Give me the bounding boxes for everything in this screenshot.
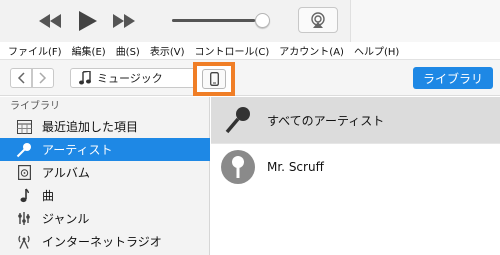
list-item-artist[interactable]: Mr. Scruff bbox=[211, 144, 500, 190]
fast-forward-icon bbox=[113, 14, 135, 28]
menu-file[interactable]: ファイル(F) bbox=[8, 43, 62, 58]
microphone-icon bbox=[221, 103, 255, 137]
list-item-all-artists[interactable]: すべてのアーティスト bbox=[211, 97, 500, 143]
sidebar-item-genres[interactable]: ジャンル bbox=[0, 207, 210, 230]
sidebar-item-recently-added[interactable]: 最近追加した項目 bbox=[0, 115, 210, 138]
menu-controls[interactable]: コントロール(C) bbox=[195, 43, 270, 58]
media-type-label: ミュージック bbox=[97, 72, 163, 85]
play-button[interactable] bbox=[74, 0, 102, 42]
list-item-label: Mr. Scruff bbox=[267, 160, 324, 174]
sidebar-item-artists[interactable]: アーティスト bbox=[0, 138, 210, 161]
album-icon bbox=[16, 165, 32, 181]
radio-antenna-icon bbox=[16, 234, 32, 250]
device-button[interactable] bbox=[202, 69, 226, 89]
chevron-left-icon bbox=[17, 72, 25, 84]
sidebar-item-label: ジャンル bbox=[42, 212, 90, 226]
menu-help[interactable]: ヘルプ(H) bbox=[354, 43, 399, 58]
menu-view[interactable]: 表示(V) bbox=[150, 43, 185, 58]
previous-track-button[interactable] bbox=[36, 0, 64, 42]
airplay-icon bbox=[311, 12, 325, 28]
rewind-icon bbox=[39, 14, 61, 28]
volume-slider-fill bbox=[172, 19, 255, 22]
sidebar-item-albums[interactable]: アルバム bbox=[0, 161, 210, 184]
menu-song[interactable]: 曲(S) bbox=[116, 43, 140, 58]
menu-bar: ファイル(F) 編集(E) 曲(S) 表示(V) コントロール(C) アカウント… bbox=[0, 42, 500, 60]
sidebar-item-internet-radio[interactable]: インターネットラジオ bbox=[0, 230, 210, 253]
calendar-grid-icon bbox=[16, 119, 32, 135]
menu-account[interactable]: アカウント(A) bbox=[279, 43, 344, 58]
microphone-icon bbox=[16, 142, 32, 158]
device-button-highlight bbox=[193, 62, 235, 96]
music-note-icon bbox=[16, 188, 32, 204]
navigation-toolbar: ミュージック ライブラリ bbox=[0, 60, 500, 96]
sidebar-item-label: 曲 bbox=[42, 189, 55, 203]
volume-slider-track[interactable] bbox=[172, 19, 264, 22]
iphone-icon bbox=[209, 72, 219, 86]
menu-edit[interactable]: 編集(E) bbox=[72, 43, 106, 58]
sidebar-item-label: アーティスト bbox=[42, 143, 113, 157]
library-sidebar: ライブラリ 最近追加した項目 アーティスト アルバム 曲 ジャンル インターネッ… bbox=[0, 97, 210, 255]
music-note-icon bbox=[79, 71, 91, 85]
media-type-selector[interactable]: ミュージック bbox=[70, 68, 196, 88]
status-display bbox=[350, 0, 500, 42]
playback-bar bbox=[0, 0, 500, 42]
forward-button[interactable] bbox=[32, 68, 54, 88]
next-track-button[interactable] bbox=[110, 0, 138, 42]
play-icon bbox=[79, 11, 97, 31]
genre-icon bbox=[16, 211, 32, 227]
artist-list: すべてのアーティスト Mr. Scruff bbox=[211, 97, 500, 255]
sidebar-section-header: ライブラリ bbox=[10, 101, 60, 112]
back-button[interactable] bbox=[10, 68, 32, 88]
artist-avatar-icon bbox=[221, 150, 255, 184]
sidebar-item-label: インターネットラジオ bbox=[42, 235, 162, 249]
airplay-button[interactable] bbox=[298, 7, 338, 33]
sidebar-item-label: アルバム bbox=[42, 166, 90, 180]
library-button[interactable]: ライブラリ bbox=[413, 67, 493, 89]
list-item-label: すべてのアーティスト bbox=[267, 113, 385, 128]
chevron-right-icon bbox=[39, 72, 47, 84]
sidebar-item-label: 最近追加した項目 bbox=[42, 120, 139, 134]
volume-slider-knob[interactable] bbox=[255, 13, 270, 28]
sidebar-item-songs[interactable]: 曲 bbox=[0, 184, 210, 207]
itunes-window: ファイル(F) 編集(E) 曲(S) 表示(V) コントロール(C) アカウント… bbox=[0, 0, 500, 255]
